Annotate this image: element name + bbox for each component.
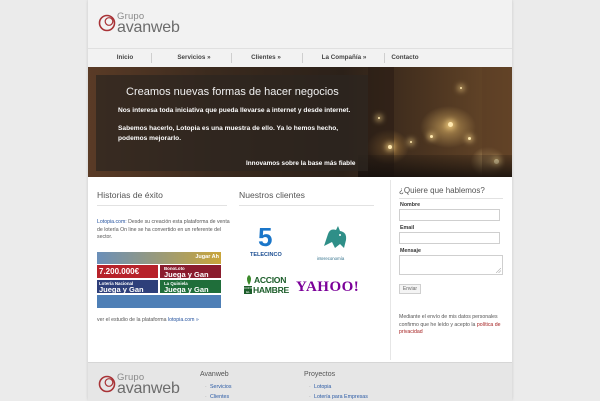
telecinco-text: TELECINCO xyxy=(250,252,282,258)
header: Grupo avanweb xyxy=(88,0,512,48)
logo-icon xyxy=(98,375,116,393)
telecinco-number: 5 xyxy=(258,222,273,252)
banner-line-1: Nos interesa toda iniciativa que pueda l… xyxy=(118,107,351,114)
divider xyxy=(97,205,227,206)
logo-text-avanweb: avanweb xyxy=(117,19,180,36)
lottery-tile-jackpot: 7.200.000€ xyxy=(99,267,140,276)
footer-logo-avanweb: avanweb xyxy=(117,380,180,397)
bull-icon xyxy=(324,226,347,248)
banner-tagline: Innovamos sobre la base más fiable xyxy=(246,160,356,167)
historias-heading: Historias de éxito xyxy=(97,190,163,200)
intereconomia-logo[interactable]: intereconomía xyxy=(314,224,358,264)
banner-line-3: podemos mejorarlo. xyxy=(118,135,182,142)
yahoo-logo[interactable]: YAHOO! xyxy=(296,279,370,299)
banner-crowd xyxy=(358,155,512,177)
banner-title: Creamos nuevas formas de hacer negocios xyxy=(126,86,339,98)
accion-contra-el-hambre-logo[interactable]: ACCION CONTRA EL HAMBRE xyxy=(244,275,290,303)
lottery-tile: BonoLoto Juega y Gan xyxy=(160,265,221,278)
hambre-text: HAMBRE xyxy=(253,285,289,295)
lottery-tile: Lotería Nacional Juega y Gan xyxy=(97,280,158,293)
nav-la-compania[interactable]: La Compañía » xyxy=(304,49,384,67)
lottery-screenshot[interactable]: Jugar Ah 7.200.000€ BonoLoto Juega y Gan… xyxy=(97,252,221,308)
enviar-button[interactable]: Enviar xyxy=(399,284,421,294)
logo-icon xyxy=(98,14,116,32)
lottery-tile: 7.200.000€ xyxy=(97,265,158,278)
footer-logo[interactable]: Grupo avanweb xyxy=(98,372,198,398)
page: Grupo avanweb Inicio Servicios » Cliente… xyxy=(88,0,512,401)
clientes-heading: Nuestros clientes xyxy=(239,190,305,200)
divider xyxy=(239,205,374,206)
footer-col-proyectos-title: Proyectos xyxy=(304,371,336,378)
lottery-tile-jugar: Jugar Ah xyxy=(195,254,219,260)
logo[interactable]: Grupo avanweb xyxy=(98,11,198,37)
historias-more: ver el estudio de la plataforma lotopia.… xyxy=(97,317,199,323)
accion-text: ACCION xyxy=(254,275,287,285)
main-nav: Inicio Servicios » Clientes » La Compañí… xyxy=(88,48,512,68)
lottery-topbar: Jugar Ah xyxy=(97,252,221,264)
footer-link-lotopia[interactable]: Lotopia xyxy=(309,384,332,390)
banner-textbox: Creamos nuevas formas de hacer negocios … xyxy=(96,75,368,171)
footer-link-clientes[interactable]: Clientes xyxy=(205,394,229,400)
historias-text: Lotopia.com: Desde su creación esta plat… xyxy=(97,219,232,242)
footer-link-servicios[interactable]: Servicios xyxy=(205,384,231,390)
email-label: Email xyxy=(400,225,415,231)
nav-divider xyxy=(231,53,232,63)
contact-heading: ¿Quiere que hablemos? xyxy=(399,186,485,195)
footer-link-loteria-empresas[interactable]: Lotería para Empresas xyxy=(309,394,368,400)
hero-banner: Creamos nuevas formas de hacer negocios … xyxy=(88,67,512,177)
divider xyxy=(399,198,503,199)
nav-inicio[interactable]: Inicio xyxy=(96,49,154,67)
lottery-tile-cta: Juega y Gan xyxy=(164,285,209,293)
intereconomia-text: intereconomía xyxy=(317,256,345,261)
telecinco-logo[interactable]: 5 TELECINCO xyxy=(250,222,286,260)
banner-line-2: Sabemos hacerlo, Lotopia es una muestra … xyxy=(118,125,339,132)
nav-servicios[interactable]: Servicios » xyxy=(164,49,224,67)
mensaje-label: Mensaje xyxy=(400,248,421,254)
privacy-notice: Mediante el envío de mis datos personale… xyxy=(399,314,507,337)
lottery-tile: La Quiniela Juega y Gan xyxy=(160,280,221,293)
historias-more-text: ver el estudio de la plataforma xyxy=(97,317,168,323)
footer-col-avanweb-title: Avanweb xyxy=(200,371,229,378)
yahoo-text: YAHOO! xyxy=(296,279,360,295)
column-divider xyxy=(390,180,391,360)
lottery-tile xyxy=(97,295,221,308)
email-input[interactable] xyxy=(399,232,500,244)
lotopia-study-link[interactable]: lotopia.com » xyxy=(168,317,199,323)
nav-divider xyxy=(302,53,303,63)
resize-handle-icon[interactable] xyxy=(496,268,501,273)
nombre-label: Nombre xyxy=(400,202,421,208)
nav-clientes[interactable]: Clientes » xyxy=(236,49,296,67)
accion-prefix: CONTRA EL xyxy=(244,286,252,294)
mensaje-textarea[interactable] xyxy=(399,255,503,275)
nav-contacto[interactable]: Contacto xyxy=(384,49,426,67)
footer: Grupo avanweb Avanweb Servicios Clientes… xyxy=(88,362,512,401)
nombre-input[interactable] xyxy=(399,209,500,221)
lottery-tile-cta: Juega y Gan xyxy=(99,285,144,293)
lotopia-link[interactable]: Lotopia.com: xyxy=(97,219,127,225)
nav-divider xyxy=(151,53,152,63)
lottery-tile-cta: Juega y Gan xyxy=(164,270,209,278)
